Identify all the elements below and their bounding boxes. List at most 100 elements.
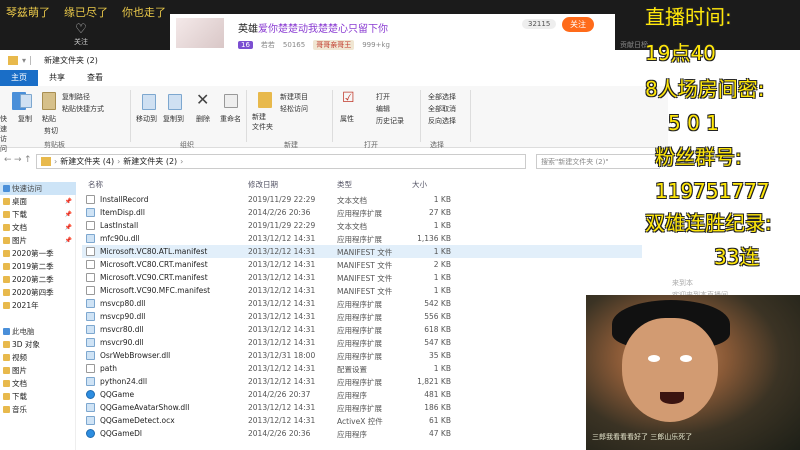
open-button[interactable]: 打开 — [376, 92, 390, 102]
sidebar-item-label: 2019第二季 — [12, 262, 54, 271]
address-bar[interactable]: › 新建文件夹 (4) › 新建文件夹 (2) › — [36, 154, 526, 169]
back-icon[interactable]: ← — [4, 155, 12, 165]
paste-shortcut-button[interactable]: 粘贴快捷方式 — [62, 104, 104, 114]
folder-icon — [3, 354, 10, 361]
paste-button[interactable]: 粘贴 — [42, 114, 56, 124]
file-row[interactable]: Microsoft.VC90.MFC.manifest 2013/12/12 14… — [82, 284, 642, 297]
file-row[interactable]: LastInstall 2019/11/29 22:29 文本文档 1 KB — [82, 219, 642, 232]
dll-file-icon — [86, 403, 95, 412]
sidebar-item[interactable]: 2020第四季 — [0, 286, 76, 299]
new-item-button[interactable]: 新建项目 — [280, 92, 308, 102]
paste-icon — [42, 92, 56, 110]
file-row[interactable]: OsrWebBrowser.dll 2013/12/31 18:00 应用程序扩展 3… — [82, 349, 642, 362]
delete-button[interactable]: 删除 — [196, 114, 210, 124]
file-row[interactable]: msvcp90.dll 2013/12/12 14:31 应用程序扩展 556 KB — [82, 310, 642, 323]
sidebar-item[interactable]: 下载 📌 — [0, 208, 76, 221]
sidebar-item[interactable]: 2020第二季 — [0, 273, 76, 286]
file-date: 2013/12/12 14:31 — [248, 325, 316, 334]
edit-button[interactable]: 编辑 — [376, 104, 390, 114]
tab-home[interactable]: 主页 — [0, 70, 38, 86]
overlay-win-record: 33连 — [714, 245, 760, 269]
search-input[interactable]: 搜索"新建文件夹 (2)" — [536, 154, 660, 169]
stream-title: 英雄爱你楚楚动我楚楚心只留下你 — [238, 20, 388, 35]
column-header: 名称 修改日期 类型 大小 — [82, 179, 668, 192]
tab-share[interactable]: 共享 — [38, 70, 76, 86]
sidebar-item[interactable]: 图片 — [0, 364, 76, 377]
sidebar-item[interactable]: 2021年 — [0, 299, 76, 312]
column-type[interactable]: 类型 — [337, 179, 352, 190]
sidebar-item[interactable]: 此电脑 — [0, 325, 76, 338]
file-row[interactable]: msvcr80.dll 2013/12/12 14:31 应用程序扩展 618 KB — [82, 323, 642, 336]
file-row[interactable]: Microsoft.VC80.CRT.manifest 2013/12/12 14… — [82, 258, 642, 271]
history-button[interactable]: 历史记录 — [376, 116, 404, 126]
file-row[interactable]: QQGame 2014/2/26 20:37 应用程序 481 KB — [82, 388, 642, 401]
sidebar-item[interactable]: 视频 — [0, 351, 76, 364]
file-row[interactable]: Microsoft.VC90.CRT.manifest 2013/12/12 14… — [82, 271, 642, 284]
invert-selection-button[interactable]: 反向选择 — [428, 116, 456, 126]
quick-access-button[interactable]: 快速访问 — [0, 114, 10, 154]
clipboard-group-label: 剪贴板 — [44, 141, 65, 149]
webcam-figure — [622, 318, 718, 422]
sidebar-item[interactable]: 桌面 📌 — [0, 195, 76, 208]
file-row[interactable]: ItemDisp.dll 2014/2/26 20:36 应用程序扩展 27 KB — [82, 206, 642, 219]
copy-to-button[interactable]: 复制到 — [163, 114, 184, 124]
copy-button[interactable]: 复制 — [18, 114, 32, 124]
file-row[interactable]: QQGameDl 2014/2/26 20:36 应用程序 47 KB — [82, 427, 642, 440]
folder-icon — [3, 211, 10, 218]
column-size[interactable]: 大小 — [412, 179, 427, 190]
file-type: 应用程序扩展 — [337, 313, 382, 322]
breadcrumb-item-1[interactable]: 新建文件夹 (4) — [60, 156, 114, 167]
sidebar-item[interactable]: 快速访问 — [0, 182, 76, 195]
sidebar-item[interactable]: 3D 对象 — [0, 338, 76, 351]
sidebar-item[interactable]: 图片 📌 — [0, 234, 76, 247]
follow-heart-button[interactable]: ♡ 关注 — [66, 22, 96, 50]
new-folder-button[interactable]: 新建 文件夹 — [252, 112, 273, 132]
copy-path-button[interactable]: 复制路径 — [62, 92, 90, 102]
rename-button[interactable]: 重命名 — [220, 114, 241, 124]
sidebar-item[interactable]: 文档 — [0, 377, 76, 390]
file-row[interactable]: path 2013/12/12 14:31 配置设置 1 KB — [82, 362, 642, 375]
forward-icon[interactable]: → — [14, 155, 22, 165]
move-to-button[interactable]: 移动到 — [136, 114, 157, 124]
sidebar-item[interactable]: 2020第一季 — [0, 247, 76, 260]
file-row[interactable]: Microsoft.VC80.ATL.manifest 2013/12/12 14… — [82, 245, 642, 258]
sidebar-item[interactable]: 2019第二季 — [0, 260, 76, 273]
banner-text-2: 缘已尽了 — [64, 6, 108, 19]
select-all-button[interactable]: 全部选择 — [428, 92, 456, 102]
column-date[interactable]: 修改日期 — [248, 179, 278, 190]
file-row[interactable]: mfc90u.dll 2013/12/12 14:31 应用程序扩展 1,136 KB — [82, 232, 642, 245]
sidebar-item-label: 文档 — [12, 379, 27, 388]
file-row[interactable]: QQGameDetect.ocx 2013/12/12 14:31 ActiveX … — [82, 414, 642, 427]
chevron-right-icon: › — [180, 157, 184, 166]
sidebar-item[interactable]: 文档 📌 — [0, 221, 76, 234]
sidebar-item[interactable]: 音乐 — [0, 403, 76, 416]
up-icon[interactable]: ↑ — [24, 155, 32, 165]
tab-view[interactable]: 查看 — [76, 70, 114, 86]
quick-access-toolbar-icon[interactable]: ▾ — [22, 56, 26, 65]
easy-access-button[interactable]: 轻松访问 — [280, 104, 308, 114]
breadcrumb-item-2[interactable]: 新建文件夹 (2) — [123, 156, 177, 167]
host-name[interactable]: 若若 — [261, 40, 275, 50]
file-row[interactable]: msvcr90.dll 2013/12/12 14:31 应用程序扩展 547 KB — [82, 336, 642, 349]
folder-icon — [3, 393, 10, 400]
follow-button[interactable]: 关注 — [562, 17, 594, 32]
file-row[interactable]: QQGameAvatarShow.dll 2013/12/12 14:31 应用程序… — [82, 401, 642, 414]
cut-button[interactable]: 剪切 — [44, 126, 58, 136]
file-type: MANIFEST 文件 — [337, 287, 393, 296]
select-none-button[interactable]: 全部取消 — [428, 104, 456, 114]
column-name[interactable]: 名称 — [88, 179, 103, 190]
sidebar-item-label: 下载 — [12, 392, 27, 401]
overlay-stream-time-label: 直播时间: — [645, 5, 732, 29]
folder-icon — [3, 367, 10, 374]
qq-app-icon — [86, 429, 95, 438]
sidebar-item-label: 2020第四季 — [12, 288, 54, 297]
file-row[interactable]: msvcp80.dll 2013/12/12 14:31 应用程序扩展 542 KB — [82, 297, 642, 310]
sidebar-item[interactable]: 下载 — [0, 390, 76, 403]
properties-button[interactable]: 属性 — [340, 114, 354, 124]
divider — [30, 55, 40, 65]
ribbon: 快速访问 复制 粘贴 复制路径 粘贴快捷方式 剪切 剪贴板 移动到 复制到 ✕ … — [0, 86, 668, 153]
file-type: 应用程序 — [337, 430, 367, 439]
file-row[interactable]: python24.dll 2013/12/12 14:31 应用程序扩展 1,821 … — [82, 375, 642, 388]
stream-thumbnail[interactable] — [176, 18, 224, 48]
file-row[interactable]: InstallRecord 2019/11/29 22:29 文本文档 1 KB — [82, 193, 642, 206]
